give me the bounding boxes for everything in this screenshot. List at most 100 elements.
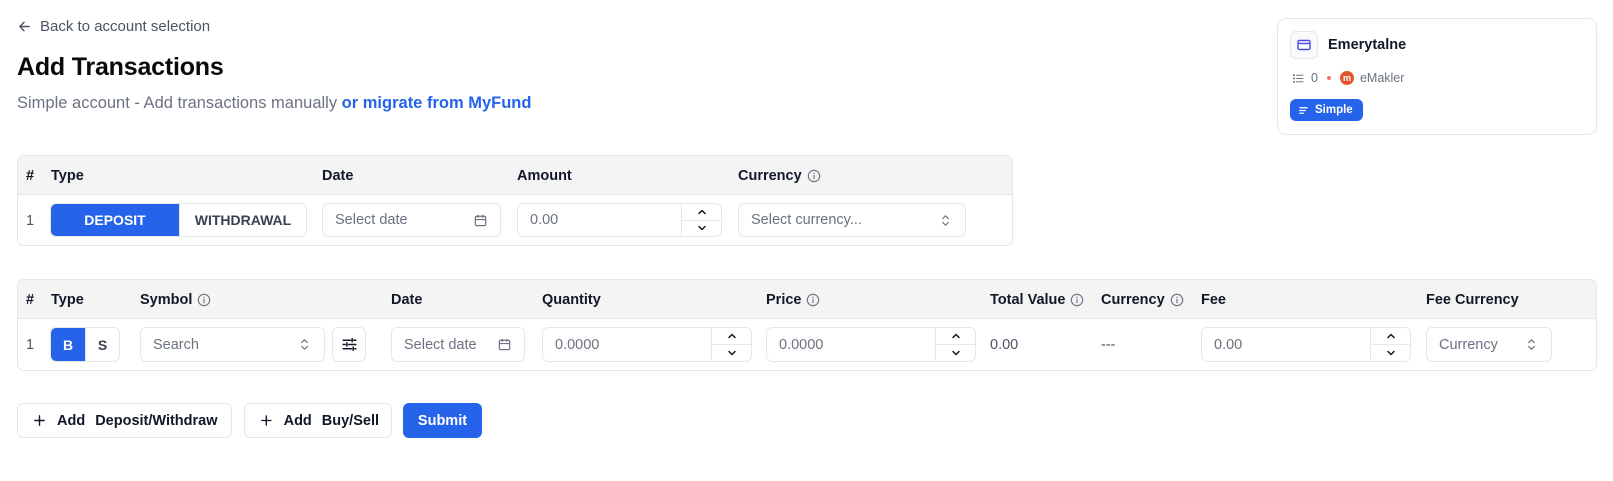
- col-header-date: Date: [391, 291, 423, 308]
- amount-value: 0.00: [530, 212, 559, 228]
- info-icon[interactable]: [1070, 293, 1084, 307]
- chevron-up-icon: [727, 333, 736, 339]
- chevron-up-icon: [951, 333, 960, 339]
- col-header-total-value: Total Value: [990, 280, 1084, 319]
- col-header-currency: Currency: [1101, 280, 1184, 319]
- symbol-placeholder: Search: [153, 336, 199, 353]
- info-icon[interactable]: [197, 293, 211, 307]
- info-icon[interactable]: [807, 169, 821, 183]
- list-icon: [1293, 73, 1304, 83]
- total-value: 0.00: [990, 336, 1019, 353]
- col-header-type: Type: [51, 291, 84, 308]
- fee-currency-select[interactable]: Currency: [1426, 327, 1552, 362]
- account-icon-box: [1290, 31, 1318, 59]
- buy-option[interactable]: B: [51, 328, 85, 361]
- symbol-filter-button[interactable]: [332, 327, 366, 362]
- col-header-fee: Fee: [1201, 291, 1226, 308]
- broker-name: eMakler: [1359, 71, 1405, 85]
- increment-button[interactable]: [712, 328, 751, 344]
- chevron-down-icon: [951, 350, 960, 356]
- col-header-symbol-label: Symbol: [140, 291, 193, 308]
- col-header-currency-label: Currency: [738, 167, 802, 184]
- calendar-icon: [498, 338, 511, 351]
- chevrons-up-down-icon: [942, 214, 949, 226]
- chevron-down-icon: [697, 226, 706, 231]
- price-stepper[interactable]: 0.0000: [766, 327, 976, 362]
- decrement-button[interactable]: [1371, 344, 1410, 361]
- date-picker[interactable]: Select date: [391, 327, 525, 362]
- account-card: Emerytalne 0 m eMakler Simple: [1277, 18, 1597, 135]
- buy-sell-toggle: B S: [50, 327, 120, 362]
- date-picker[interactable]: Select date: [322, 203, 501, 237]
- date-placeholder: Select date: [335, 212, 408, 228]
- arrow-left-icon: [19, 21, 30, 32]
- decrement-button[interactable]: [682, 219, 721, 237]
- col-header-num: #: [26, 167, 35, 184]
- page-title: Add Transactions: [17, 53, 224, 81]
- add-buy-sell-button[interactable]: Add Buy/Sell: [244, 403, 392, 438]
- col-header-quantity: Quantity: [542, 291, 601, 308]
- row-number: 1: [26, 213, 35, 229]
- trade-table-header: # Type Symbol Date Quantity Price Total …: [18, 280, 1596, 319]
- date-placeholder: Select date: [404, 336, 477, 353]
- col-header-currency-label: Currency: [1101, 291, 1165, 308]
- add-deposit-withdraw-button[interactable]: Add Deposit/Withdraw: [17, 403, 232, 438]
- col-header-date: Date: [322, 167, 354, 184]
- submit-button[interactable]: Submit: [403, 403, 482, 438]
- chevron-down-icon: [727, 350, 736, 356]
- deposit-withdrawal-toggle: DEPOSIT WITHDRAWAL: [50, 203, 307, 237]
- quantity-value: 0.0000: [555, 336, 600, 353]
- withdrawal-option[interactable]: WITHDRAWAL: [179, 204, 306, 236]
- symbol-search-select[interactable]: Search: [140, 327, 325, 362]
- cash-transactions-table: # Type Date Amount Currency 1 DEPOSIT WI…: [17, 155, 1013, 246]
- credit-card-icon: [1297, 39, 1311, 51]
- account-meta: 0 m eMakler: [1292, 71, 1404, 85]
- col-header-fee-currency: Fee Currency: [1426, 291, 1519, 308]
- row-number: 1: [26, 336, 35, 353]
- info-icon[interactable]: [806, 293, 820, 307]
- fee-value: 0.00: [1214, 336, 1243, 353]
- amount-stepper[interactable]: 0.00: [517, 203, 722, 237]
- fee-stepper[interactable]: 0.00: [1201, 327, 1411, 362]
- currency-select[interactable]: Select currency...: [738, 203, 966, 237]
- decrement-button[interactable]: [936, 344, 975, 361]
- increment-button[interactable]: [1371, 328, 1410, 344]
- sell-option[interactable]: S: [85, 328, 119, 361]
- back-link-label: Back to account selection: [40, 18, 211, 35]
- meta-separator: [1326, 76, 1331, 80]
- cash-table-header: # Type Date Amount Currency: [18, 156, 1012, 195]
- info-icon[interactable]: [1170, 293, 1184, 307]
- transactions-count: 0: [1311, 71, 1318, 85]
- col-header-symbol: Symbol: [140, 280, 211, 319]
- calendar-icon: [474, 214, 487, 226]
- back-to-account-selection-link[interactable]: Back to account selection: [17, 18, 210, 35]
- chevrons-up-down-icon: [301, 339, 308, 350]
- account-type-badge: Simple: [1290, 99, 1363, 121]
- increment-button[interactable]: [936, 328, 975, 344]
- col-header-type: Type: [51, 167, 84, 184]
- deposit-option[interactable]: DEPOSIT: [51, 204, 179, 236]
- buy-sell-label: Buy/Sell: [321, 412, 379, 429]
- chevrons-up-down-icon: [1528, 339, 1535, 350]
- increment-button[interactable]: [682, 204, 721, 220]
- col-header-price-label: Price: [766, 291, 802, 308]
- account-type-label: Simple: [1315, 104, 1353, 116]
- add-label: Add: [57, 412, 86, 429]
- add-label: Add: [283, 412, 312, 429]
- plus-icon: [261, 415, 272, 426]
- col-header-currency: Currency: [738, 156, 821, 195]
- subtitle-text: Simple account - Add transactions manual…: [17, 94, 342, 112]
- fee-currency-placeholder: Currency: [1439, 336, 1498, 353]
- chevron-up-icon: [697, 209, 706, 214]
- row-currency: ---: [1101, 336, 1116, 353]
- col-header-num: #: [26, 291, 35, 308]
- broker-logo-icon: m: [1339, 71, 1354, 85]
- sliders-icon: [341, 337, 357, 352]
- trade-transactions-table: # Type Symbol Date Quantity Price Total …: [17, 279, 1597, 371]
- lines-icon: [1299, 106, 1308, 114]
- col-header-total-value-label: Total Value: [990, 291, 1066, 308]
- migrate-from-myfund-link[interactable]: or migrate from MyFund: [342, 94, 532, 112]
- quantity-stepper[interactable]: 0.0000: [542, 327, 752, 362]
- decrement-button[interactable]: [712, 344, 751, 361]
- col-header-amount: Amount: [517, 167, 572, 184]
